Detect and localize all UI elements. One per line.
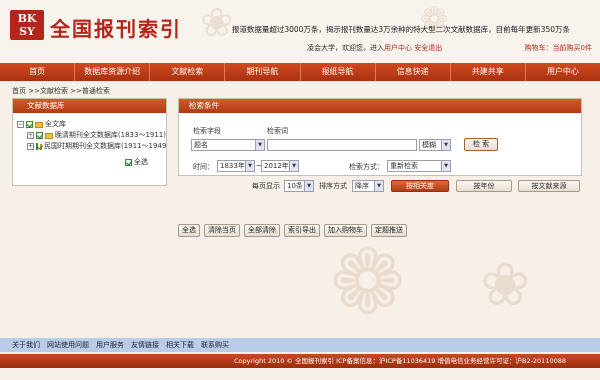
nav-database-intro[interactable]: 数据库资源介绍: [75, 63, 151, 81]
select-all-checkbox[interactable]: [125, 158, 132, 166]
nav-journal-navigation[interactable]: 期刊导航: [225, 63, 301, 81]
copyright: Copyright 2010 © 全国报刊索引 ICP备案信息：沪ICP备110…: [0, 354, 600, 368]
select-all-databases[interactable]: 全选: [125, 157, 148, 167]
cart-link[interactable]: 购物车：当前购买0件: [525, 43, 592, 53]
field-select[interactable]: 题名 ▼: [191, 139, 265, 151]
expand-icon[interactable]: +: [27, 132, 34, 139]
welcome-text: 凌会大学，欢迎您，进入: [307, 44, 384, 52]
user-center-link[interactable]: 用户中心: [384, 44, 412, 52]
nav-newspaper-navigation[interactable]: 报纸导航: [301, 63, 376, 81]
year-to-value: 2012年: [264, 162, 289, 170]
select-all-label: 全选: [134, 158, 148, 166]
chevron-down-icon: ▼: [289, 161, 298, 171]
per-page-select[interactable]: 10条 ▼: [284, 180, 314, 192]
tree-item-checkbox[interactable]: [36, 132, 43, 139]
folder-icon: [44, 132, 53, 139]
field-select-value: 题名: [194, 141, 208, 149]
tree-item-checkbox[interactable]: [36, 143, 38, 150]
tree-item-label: 晚清期刊全文数据库(1833～1911): [54, 131, 166, 139]
tree-item-republic: + 民国时期期刊全文数据库(1911～1949): [17, 141, 166, 152]
year-from-select[interactable]: 1833年 ▼: [217, 160, 255, 172]
chevron-down-icon: ▼: [441, 140, 450, 150]
footer-link-service[interactable]: 用户服务: [96, 340, 124, 350]
footer-link-about[interactable]: 关于我们: [12, 340, 40, 350]
chevron-down-icon: ▼: [374, 181, 383, 191]
chevron-down-icon: ▼: [255, 140, 264, 150]
collapse-icon[interactable]: −: [17, 121, 24, 128]
site-slogan: 报道数据量超过3000万条，揭示报刊数量达3万余种的特大型二次文献数据库，目前每…: [231, 25, 570, 34]
chevron-down-icon: ▼: [304, 181, 313, 191]
chevron-down-icon: ▼: [245, 161, 254, 171]
chevron-down-icon: ▼: [441, 161, 450, 171]
folder-icon: [35, 121, 43, 128]
decorative-swirl: ❁: [330, 230, 406, 335]
year-to-select[interactable]: 2012年 ▼: [261, 160, 299, 172]
footer-link-purchase[interactable]: 联系购买: [201, 340, 229, 350]
mode-select-value: 重新检索: [390, 162, 418, 170]
order-label: 排序方式: [319, 182, 347, 190]
app: ❀ ❁ BK SY 全国报刊索引 报道数据量超过3000万条，揭示报刊数量达3万余…: [0, 0, 600, 380]
nav-info-express[interactable]: 信息快递: [376, 63, 451, 81]
export-index-button[interactable]: 索引导出: [284, 224, 320, 237]
search-panel-title: 检索条件: [179, 99, 581, 113]
per-page-value: 10条: [287, 182, 303, 190]
field-label: 检索字段: [193, 127, 221, 135]
search-panel: 检索条件 检索字段 检索词 题名 ▼ 模糊 ▼ 检 索 时间： 1833年 ▼ …: [178, 98, 582, 176]
mode-label: 检索方式：: [349, 163, 384, 171]
mode-select[interactable]: 重新检索 ▼: [387, 160, 451, 172]
nav-home[interactable]: 首页: [0, 63, 76, 81]
term-label: 检索词: [267, 127, 288, 135]
tree-root-checkbox[interactable]: [26, 121, 33, 128]
header: ❀ ❁ BK SY 全国报刊索引 报道数据量超过3000万条，揭示报刊数量达3万余…: [0, 0, 600, 62]
nav-literature-search[interactable]: 文献检索: [150, 63, 226, 81]
logo-text: 全国报刊索引: [50, 17, 182, 41]
footer-link-friends[interactable]: 友情链接: [131, 340, 159, 350]
database-panel: 文献数据库 − 全文库 + 晚清期刊全文数据库(1833～1911) + 民国时…: [12, 98, 167, 186]
logo-mark: BK SY: [10, 10, 44, 40]
sort-by-relevance-button[interactable]: 按相关度: [391, 180, 449, 192]
clear-page-button[interactable]: 清除当页: [204, 224, 240, 237]
main-nav: 首页 数据库资源介绍 文献检索 期刊导航 报纸导航 信息快递 共建共享 用户中心: [0, 63, 600, 81]
sort-by-year-button[interactable]: 按年份: [456, 180, 512, 192]
match-select-value: 模糊: [422, 141, 436, 149]
nav-co-construction[interactable]: 共建共享: [451, 63, 526, 81]
search-term-input[interactable]: [267, 139, 417, 151]
sort-by-source-button[interactable]: 按文献来源: [518, 180, 580, 192]
per-page-label: 每页显示: [252, 182, 280, 190]
clear-all-button[interactable]: 全部清除: [244, 224, 280, 237]
decorative-swirl: ❀: [200, 0, 234, 46]
year-from-value: 1833年: [220, 162, 245, 170]
select-all-button[interactable]: 全选: [178, 224, 200, 237]
breadcrumb: 首页 >>文献检索 >>普通检索: [12, 87, 110, 95]
expand-icon[interactable]: +: [27, 143, 34, 150]
match-select[interactable]: 模糊 ▼: [419, 139, 451, 151]
tree-item-late-qing: + 晚清期刊全文数据库(1833～1911): [17, 130, 166, 141]
tree-root: − 全文库: [17, 119, 166, 130]
decorative-swirl: ❀: [480, 250, 531, 320]
user-bar: 凌会大学，欢迎您，进入用户中心 安全退出: [307, 43, 442, 53]
tree-root-label: 全文库: [45, 120, 66, 128]
nav-user-center[interactable]: 用户中心: [526, 63, 600, 81]
order-value: 降序: [355, 182, 369, 190]
database-panel-title: 文献数据库: [13, 99, 166, 113]
database-tree: − 全文库 + 晚清期刊全文数据库(1833～1911) + 民国时期期刊全文数…: [13, 113, 166, 152]
footer-link-help[interactable]: 网站使用问题: [47, 340, 89, 350]
logout-link[interactable]: 安全退出: [414, 44, 442, 52]
search-button[interactable]: 检 索: [464, 138, 498, 151]
footer-link-downloads[interactable]: 相关下载: [166, 340, 194, 350]
time-label: 时间：: [193, 163, 214, 171]
footer-links: 关于我们 网站使用问题 用户服务 友情链接 相关下载 联系购买: [0, 338, 600, 352]
tree-item-label: 民国时期期刊全文数据库(1911～1949): [44, 142, 166, 150]
order-select[interactable]: 降序 ▼: [352, 180, 384, 192]
